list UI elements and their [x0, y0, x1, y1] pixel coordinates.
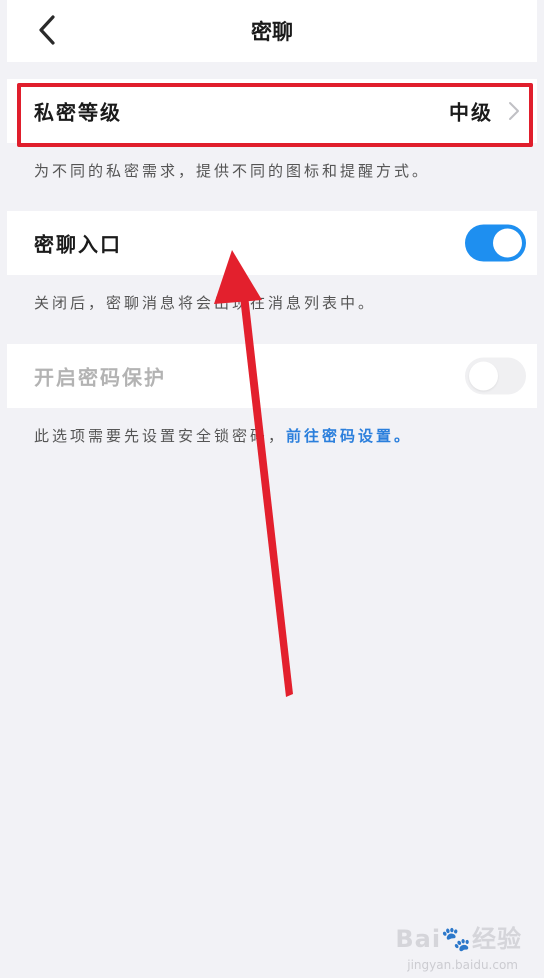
password-settings-link[interactable]: 前往密码设置。: [286, 427, 412, 445]
secret-chat-entry-hint: 关闭后，密聊消息将会出现在消息列表中。: [34, 294, 377, 312]
privacy-level-hint: 为不同的私密需求，提供不同的图标和提醒方式。: [34, 162, 431, 180]
red-arrow-annotation: [214, 250, 293, 697]
password-protection-toggle[interactable]: [465, 357, 526, 395]
chevron-right-icon: [509, 102, 519, 120]
watermark-domain: jingyan.baidu.com: [407, 958, 518, 972]
secret-chat-entry-label: 密聊入口: [34, 232, 122, 257]
password-hint-text: 此选项需要先设置安全锁密码，: [34, 427, 287, 445]
watermark-brand: Bai: [395, 925, 442, 953]
paw-icon: 🐾: [441, 925, 472, 953]
watermark-suffix: 经验: [472, 925, 522, 953]
navigation-bar: 密聊: [7, 0, 537, 62]
privacy-level-label: 私密等级: [34, 100, 122, 125]
screen-edge-left: [0, 0, 7, 978]
password-protection-label: 开启密码保护: [34, 365, 166, 390]
baidu-watermark-logo: Bai🐾经验: [395, 919, 522, 954]
toggle-knob: [469, 361, 498, 391]
secret-chat-entry-row: 密聊入口: [7, 211, 537, 275]
password-protection-row: 开启密码保护: [7, 344, 537, 408]
privacy-level-value: 中级: [449, 100, 493, 125]
screen-edge-right: [537, 0, 544, 978]
page-title: 密聊: [251, 20, 293, 44]
toggle-knob: [493, 228, 522, 258]
password-protection-hint: 此选项需要先设置安全锁密码，前往密码设置。: [34, 425, 524, 446]
privacy-level-row[interactable]: 私密等级 中级: [7, 79, 537, 147]
secret-chat-entry-toggle[interactable]: [465, 224, 526, 262]
